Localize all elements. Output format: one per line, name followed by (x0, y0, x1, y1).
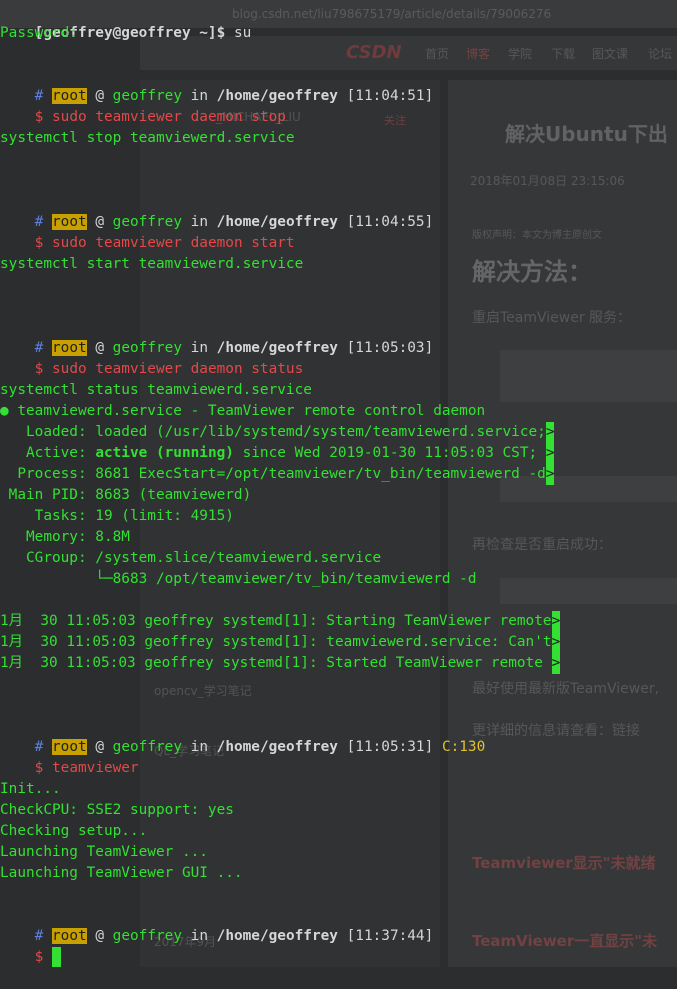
tv-output-5: Launching TeamViewer GUI ... (0, 865, 243, 881)
prompt-dir: /home/geoffrey (216, 928, 338, 944)
command-line-1: $ sudo teamviewer daemon stop (0, 86, 286, 125)
prompt-time: [11:04:51] (346, 88, 434, 104)
prompt-line-3: # root @ geoffrey in /home/geoffrey [11:… (0, 317, 433, 356)
output-line-2: systemctl start teamviewerd.service (0, 256, 304, 272)
log-text: 1月 30 11:05:03 geoffrey systemd[1]: Star… (0, 655, 552, 671)
command-text: sudo teamviewer daemon start (52, 235, 295, 251)
tv-output-4: Launching TeamViewer ... (0, 844, 208, 860)
status-main-pid-line: Main PID: 8683 (teamviewerd) (0, 487, 252, 503)
output-line-3: systemctl status teamviewerd.service (0, 382, 312, 398)
status-loaded-line: Loaded: loaded (/usr/lib/systemd/system/… (0, 422, 555, 443)
command-line-2: $ sudo teamviewer daemon start (0, 212, 295, 251)
status-cgroup-line: CGroup: /system.slice/teamviewerd.servic… (0, 550, 382, 566)
truncation-marker: > (551, 653, 560, 674)
truncation-marker: > (545, 443, 555, 464)
command-text: teamviewer (52, 760, 139, 776)
command-line-4: $ teamviewer (0, 737, 139, 776)
tv-output-2: CheckCPU: SSE2 support: yes (0, 802, 234, 818)
prompt-dir: /home/geoffrey (216, 739, 338, 755)
truncation-marker: > (551, 632, 560, 653)
log-line-3: 1月 30 11:05:03 geoffrey systemd[1]: Star… (0, 653, 560, 674)
text-cursor[interactable] (52, 947, 61, 967)
tv-output-1: Init... (0, 781, 61, 797)
prompt-line-2: # root @ geoffrey in /home/geoffrey [11:… (0, 191, 433, 230)
prompt-time: [11:05:31] (346, 739, 434, 755)
prompt-in: in (190, 739, 208, 755)
tv-output-3: Checking setup... (0, 823, 148, 839)
su-prompt-line: [geoffrey@geoffrey ~]$ su (0, 2, 252, 41)
status-unit-line: ● teamviewerd.service - TeamViewer remot… (0, 403, 486, 419)
prompt-at: @ (95, 928, 104, 944)
prompt-line-5: # root @ geoffrey in /home/geoffrey [11:… (0, 905, 433, 944)
status-memory-line: Memory: 8.8M (0, 529, 130, 545)
log-text: 1月 30 11:05:03 geoffrey systemd[1]: Star… (0, 613, 552, 629)
exit-code: C:130 (441, 739, 486, 755)
status-process-text: Process: 8681 ExecStart=/opt/teamviewer/… (0, 466, 546, 482)
command-line-3: $ sudo teamviewer daemon status (0, 338, 304, 377)
prompt-time: [11:04:55] (346, 214, 434, 230)
status-tasks-line: Tasks: 19 (limit: 4915) (0, 508, 234, 524)
prompt-host: geoffrey (112, 928, 182, 944)
status-loaded-text: Loaded: loaded (/usr/lib/systemd/system/… (0, 424, 546, 440)
status-cgroup-child-line: └─8683 /opt/teamviewer/tv_bin/teamviewer… (0, 571, 477, 587)
status-process-line: Process: 8681 ExecStart=/opt/teamviewer/… (0, 464, 555, 485)
log-text: 1月 30 11:05:03 geoffrey systemd[1]: team… (0, 634, 552, 650)
status-active-value: active (running) (95, 445, 234, 461)
log-line-2: 1月 30 11:05:03 geoffrey systemd[1]: team… (0, 632, 560, 653)
log-line-1: 1月 30 11:05:03 geoffrey systemd[1]: Star… (0, 611, 560, 632)
output-line-1: systemctl stop teamviewerd.service (0, 130, 295, 146)
truncation-marker: > (545, 464, 555, 485)
password-prompt: Password: (0, 25, 78, 41)
prompt-time: [11:37:44] (346, 928, 434, 944)
status-active-label: Active: (0, 445, 96, 461)
status-active-line: Active: active (running) since Wed 2019-… (0, 443, 555, 464)
command-text: sudo teamviewer daemon stop (52, 109, 286, 125)
su-command: su (233, 25, 252, 41)
prompt-line-1: # root @ geoffrey in /home/geoffrey [11:… (0, 65, 433, 104)
prompt-in: in (190, 928, 208, 944)
truncation-marker: > (545, 422, 555, 443)
truncation-marker: > (551, 611, 560, 632)
prompt-line-4: # root @ geoffrey in /home/geoffrey [11:… (0, 716, 485, 755)
status-active-rest: since Wed 2019-01-30 11:05:03 CST; (233, 445, 546, 461)
prompt-time: [11:05:03] (346, 340, 434, 356)
command-line-5[interactable]: $ (0, 926, 61, 967)
terminal-window[interactable]: [geoffrey@geoffrey ~]$ su Password: # ro… (0, 0, 677, 967)
command-text: sudo teamviewer daemon status (52, 361, 304, 377)
